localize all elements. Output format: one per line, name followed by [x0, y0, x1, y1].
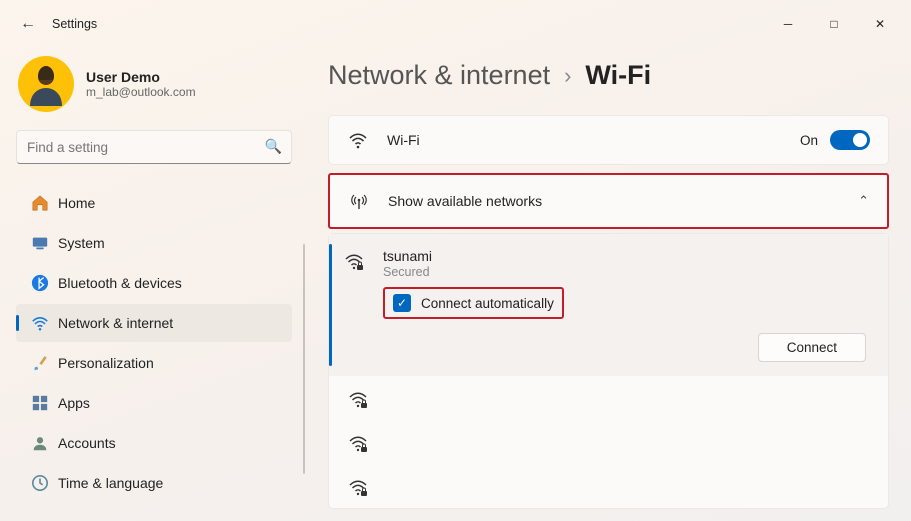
wifi-card-title: Wi-Fi — [387, 132, 420, 148]
wifi-state: On — [800, 133, 818, 148]
sidebar-item-label: Time & language — [58, 475, 163, 491]
wifi-secure-icon — [347, 390, 369, 410]
user-profile[interactable]: User Demo m_lab@outlook.com — [18, 56, 292, 112]
sidebar-item-network[interactable]: Network & internet — [16, 304, 292, 342]
sidebar: User Demo m_lab@outlook.com 🔍 Home Syste… — [0, 48, 308, 521]
time-icon — [26, 474, 54, 492]
connect-auto-checkbox[interactable]: ✓ — [393, 294, 411, 312]
wifi-secure-icon — [347, 434, 369, 454]
sidebar-item-bluetooth[interactable]: Bluetooth & devices — [16, 264, 292, 302]
sidebar-item-system[interactable]: System — [16, 224, 292, 262]
wifi-icon — [347, 130, 369, 150]
chevron-right-icon: › — [564, 63, 571, 89]
bluetooth-icon — [26, 274, 54, 292]
sidebar-item-label: Network & internet — [58, 315, 173, 331]
networks-list: tsunami Secured ✓ Connect automatically … — [328, 233, 889, 509]
network-security: Secured — [383, 265, 432, 279]
network-item[interactable] — [329, 376, 888, 420]
minimize-button[interactable]: ─ — [765, 8, 811, 40]
user-name: User Demo — [86, 69, 196, 85]
accounts-icon — [26, 434, 54, 452]
chevron-up-icon: ⌃ — [858, 193, 869, 209]
show-networks-label: Show available networks — [388, 193, 542, 209]
highlight-show-networks: Show available networks ⌃ — [328, 173, 889, 229]
network-item[interactable] — [329, 464, 888, 508]
breadcrumb-parent[interactable]: Network & internet — [328, 60, 550, 91]
page-title: Wi-Fi — [585, 60, 651, 91]
network-icon — [26, 314, 54, 332]
breadcrumb: Network & internet › Wi-Fi — [328, 60, 889, 91]
sidebar-item-personalization[interactable]: Personalization — [16, 344, 292, 382]
home-icon — [26, 194, 54, 212]
personalization-icon — [26, 354, 54, 372]
sidebar-item-label: Accounts — [58, 435, 116, 451]
antenna-icon — [348, 191, 370, 211]
sidebar-item-label: Personalization — [58, 355, 154, 371]
sidebar-item-label: System — [58, 235, 105, 251]
maximize-button[interactable]: □ — [811, 8, 857, 40]
network-name: tsunami — [383, 248, 432, 264]
sidebar-item-home[interactable]: Home — [16, 184, 292, 222]
wifi-toggle-card[interactable]: Wi-Fi On — [328, 115, 889, 165]
highlight-connect-auto: ✓ Connect automatically — [383, 287, 564, 319]
network-item-selected[interactable]: tsunami Secured ✓ Connect automatically … — [329, 234, 888, 376]
nav: Home System Bluetooth & devices Network … — [16, 184, 292, 502]
avatar — [18, 56, 74, 112]
search-icon: 🔍 — [265, 138, 282, 155]
close-button[interactable]: ✕ — [857, 8, 903, 40]
connect-auto-label: Connect automatically — [421, 296, 554, 311]
sidebar-item-label: Home — [58, 195, 95, 211]
sidebar-item-accounts[interactable]: Accounts — [16, 424, 292, 462]
show-networks-row[interactable]: Show available networks ⌃ — [330, 175, 887, 227]
connect-button[interactable]: Connect — [758, 333, 866, 362]
back-button[interactable]: ← — [8, 15, 48, 33]
user-email: m_lab@outlook.com — [86, 85, 196, 99]
sidebar-scrollbar[interactable] — [303, 244, 305, 474]
system-icon — [26, 234, 54, 252]
sidebar-item-time[interactable]: Time & language — [16, 464, 292, 502]
search-input[interactable] — [16, 130, 292, 164]
wifi-toggle[interactable] — [830, 130, 870, 150]
apps-icon — [26, 394, 54, 412]
content-panel: Network & internet › Wi-Fi Wi-Fi On Show… — [308, 48, 911, 521]
sidebar-item-apps[interactable]: Apps — [16, 384, 292, 422]
sidebar-item-label: Bluetooth & devices — [58, 275, 182, 291]
search-container: 🔍 — [16, 130, 292, 164]
wifi-secure-icon — [347, 478, 369, 498]
wifi-secure-icon — [343, 252, 365, 272]
network-item[interactable] — [329, 420, 888, 464]
sidebar-item-label: Apps — [58, 395, 90, 411]
window-title: Settings — [52, 17, 97, 31]
titlebar: ← Settings ─ □ ✕ — [0, 0, 911, 48]
